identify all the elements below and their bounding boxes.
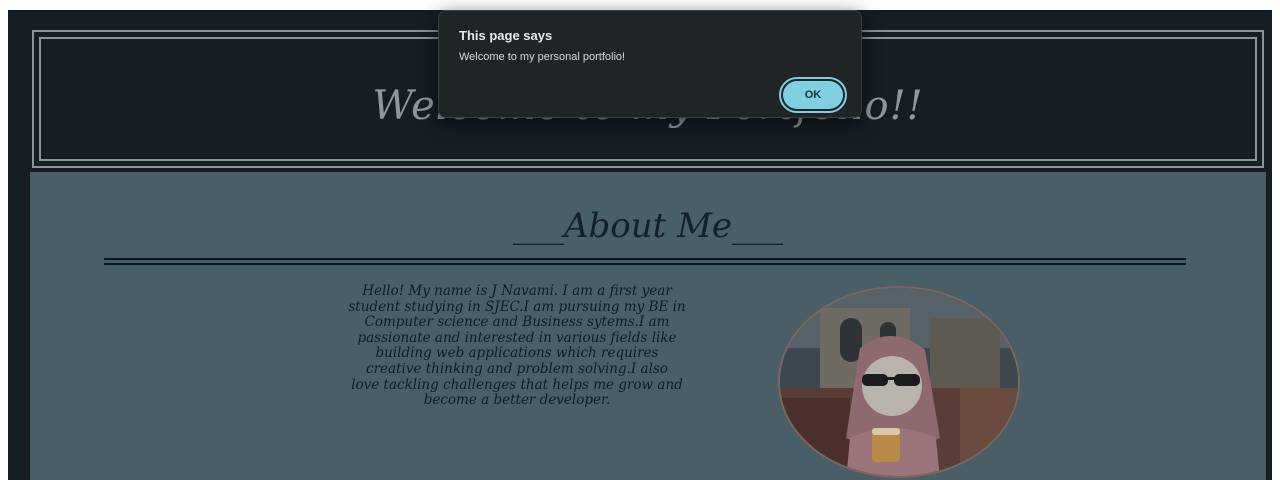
ok-button-label: OK	[783, 81, 843, 109]
bio-line: love tackling challenges that helps me g…	[351, 376, 683, 393]
about-section: ___About Me___ Hello! My name is J Navam…	[30, 172, 1266, 480]
bio-line: Hello! My name is J Navami. I am a first…	[362, 283, 672, 299]
dialog-message: Welcome to my personal portfolio!	[459, 51, 626, 63]
about-heading: ___About Me___	[512, 206, 784, 246]
ok-button[interactable]: OK	[779, 77, 847, 113]
alert-dialog: This page says Welcome to my personal po…	[438, 10, 862, 118]
dialog-title: This page says	[459, 28, 553, 43]
bio-text: Hello! My name is J Navami. I am a first…	[276, 283, 758, 409]
bio-line: creative thinking and problem solving.I …	[366, 360, 668, 377]
bio-line: student studying in SJEC.I am pursuing m…	[348, 298, 686, 315]
profile-photo-illustration	[780, 288, 1018, 476]
section-divider	[104, 258, 1186, 265]
profile-photo	[778, 286, 1020, 478]
bio-line: Computer science and Business sytems.I a…	[364, 314, 670, 331]
bio-line: become a better developer.	[423, 392, 611, 409]
bio-line: passionate and interested in various fie…	[357, 329, 677, 346]
bio-line: building web applications which requires	[375, 345, 659, 362]
